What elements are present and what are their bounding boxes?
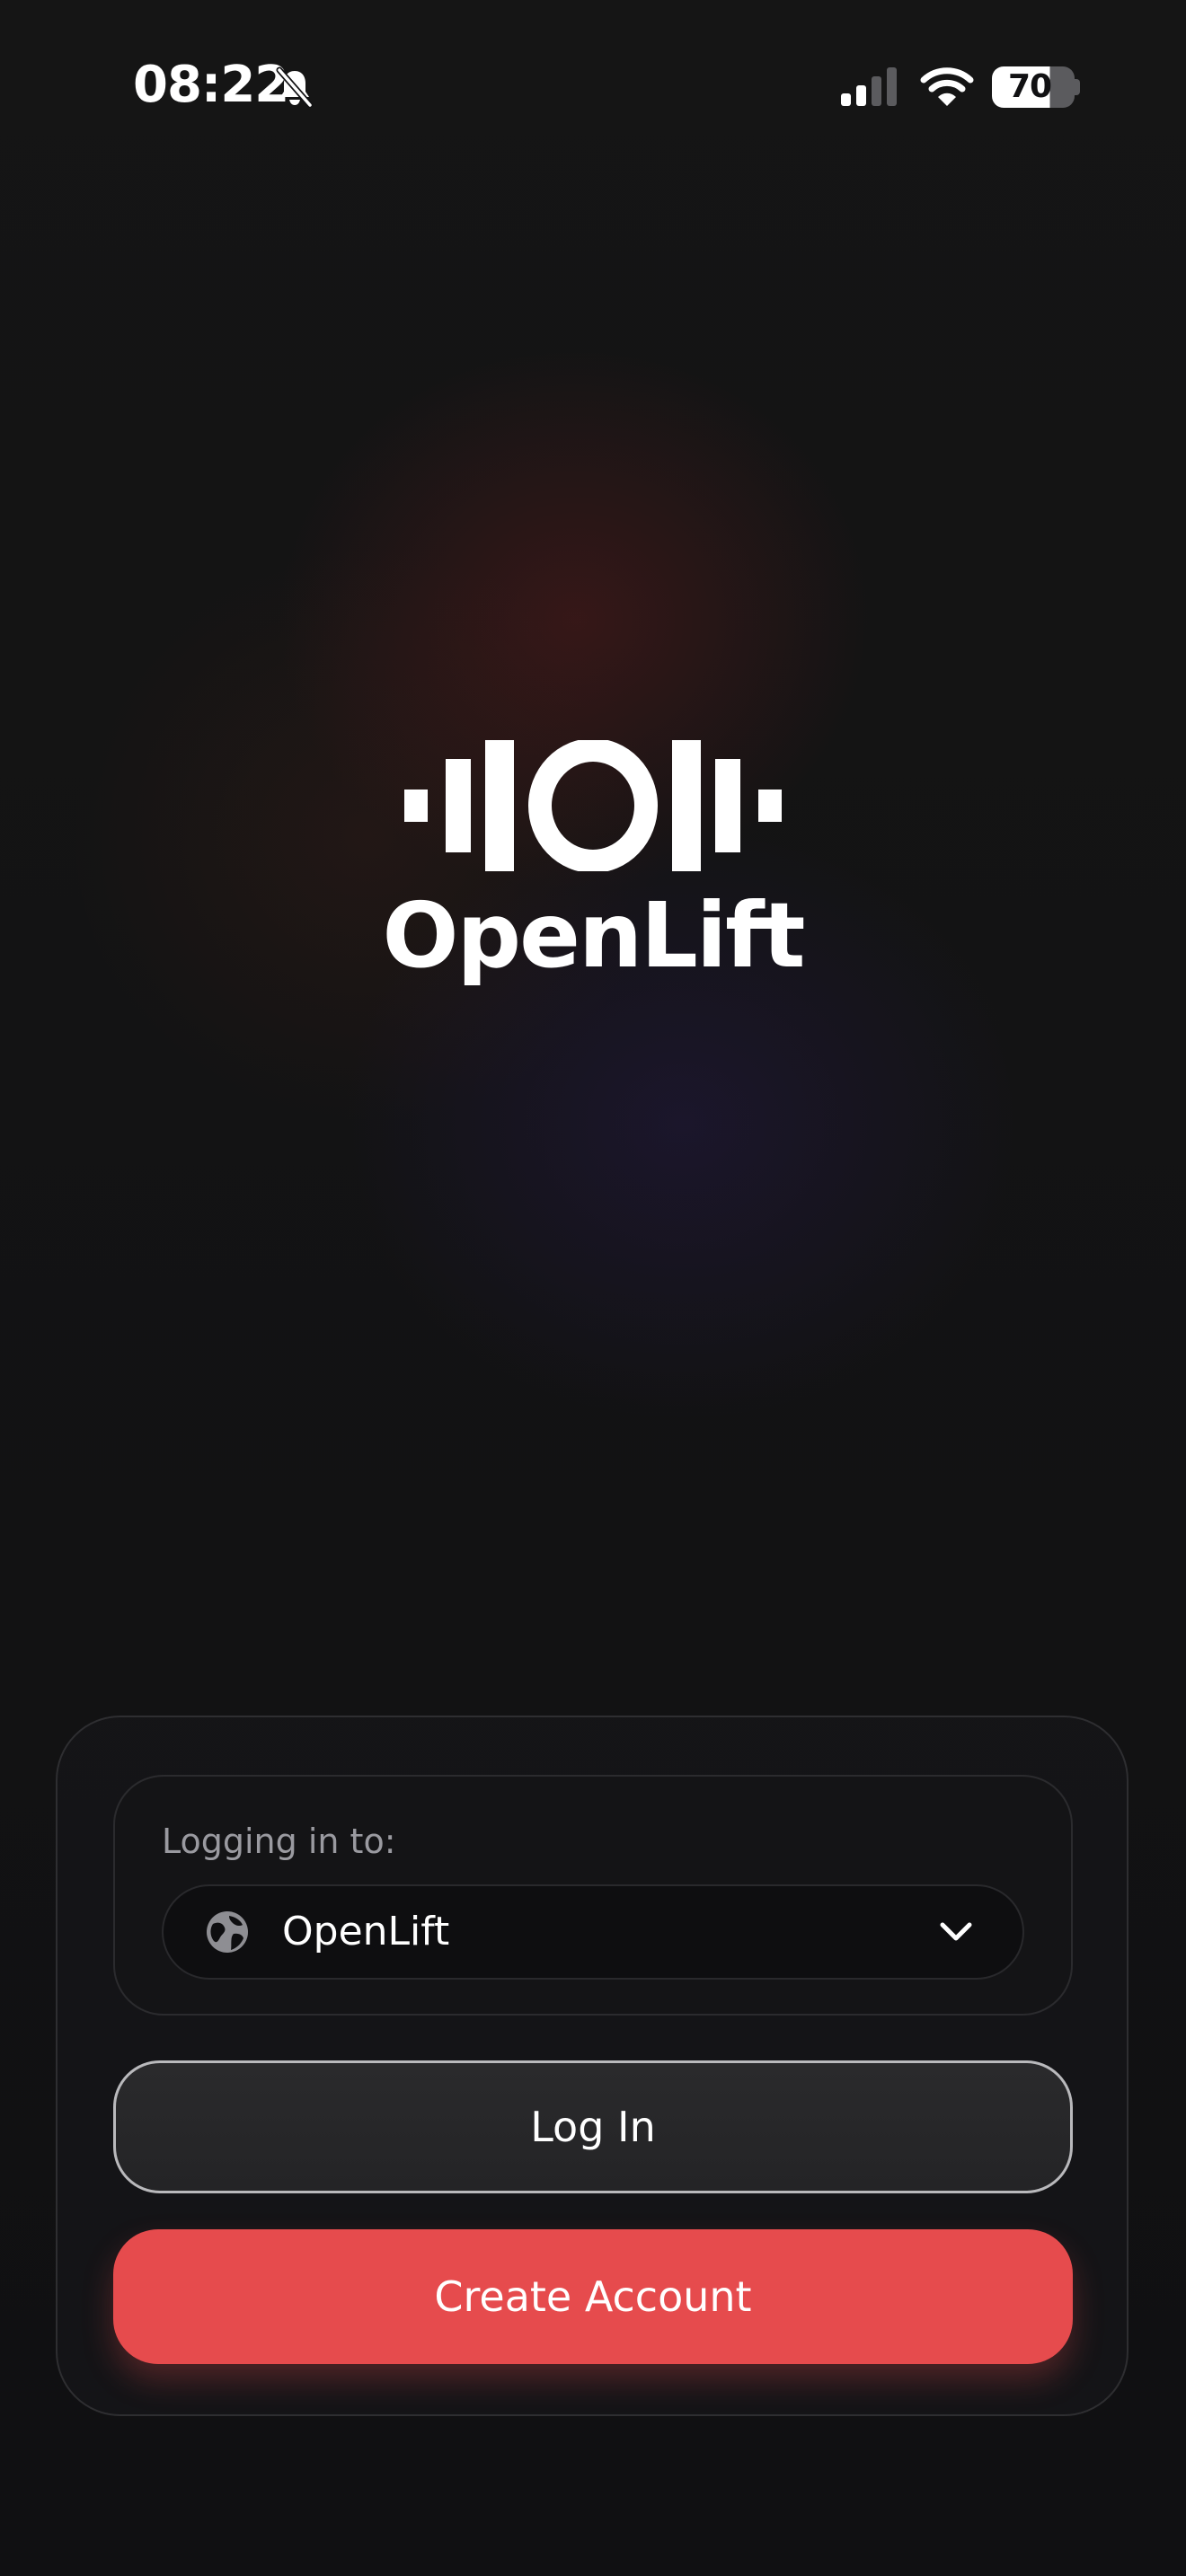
server-value: OpenLift	[282, 1909, 450, 1954]
log-in-button[interactable]: Log In	[113, 2060, 1073, 2193]
globe-icon	[207, 1911, 248, 1953]
wifi-icon	[920, 67, 974, 106]
server-label: Logging in to:	[162, 1822, 396, 1861]
battery-icon: 70	[992, 66, 1075, 108]
battery-level: 70	[1007, 68, 1052, 105]
chevron-down-icon	[940, 1922, 972, 1941]
signal-icon	[841, 67, 897, 106]
bell-slash-icon	[276, 66, 314, 108]
welcome-screen: 08:22 70 OpenLift Logging in to: OpenLif…	[0, 0, 1186, 2576]
create-account-button[interactable]: Create Account	[113, 2229, 1073, 2364]
status-time: 08:22	[133, 56, 289, 114]
barbell-logo-icon	[404, 740, 782, 871]
app-name: OpenLift	[382, 883, 806, 988]
battery-tip	[1075, 79, 1080, 95]
server-dropdown[interactable]: OpenLift	[162, 1884, 1024, 1980]
